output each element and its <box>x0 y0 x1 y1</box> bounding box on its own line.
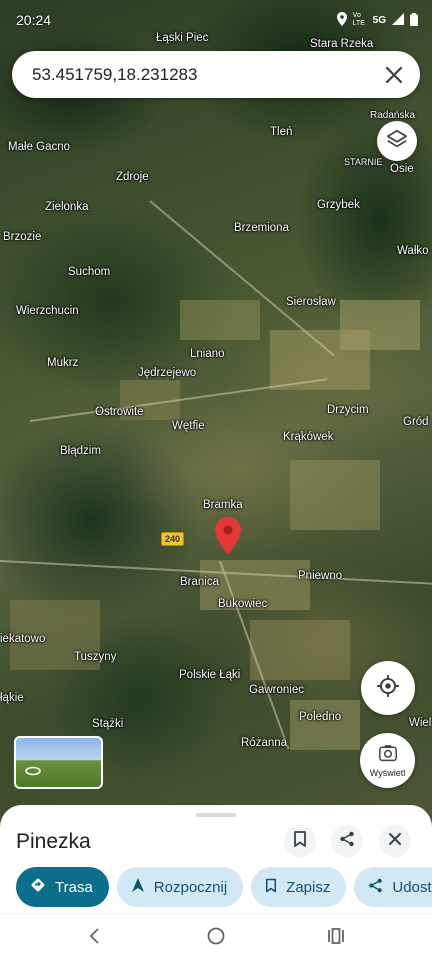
place-label: Poledno <box>299 711 342 723</box>
place-label: Polskie Łąki <box>179 669 241 681</box>
place-label: łąkie <box>0 692 24 704</box>
place-label: iekatowo <box>0 633 46 645</box>
place-label: Różanna <box>241 737 288 749</box>
place-label: Zdroje <box>116 171 149 183</box>
place-label: Branica <box>180 576 219 588</box>
road-number-shield: 240 <box>161 532 185 546</box>
search-input[interactable] <box>32 51 372 98</box>
back-icon[interactable] <box>87 926 103 951</box>
save-label: Zapisz <box>286 878 331 896</box>
directions-button[interactable]: Trasa <box>16 867 109 907</box>
start-label: Rozpocznij <box>153 878 228 896</box>
place-label: Sierosław <box>286 296 336 308</box>
drag-handle[interactable] <box>196 813 236 817</box>
place-label: Osie <box>390 163 414 175</box>
place-label: Wiel <box>409 717 432 729</box>
place-label: Jędrzejewo <box>138 367 197 379</box>
map-field <box>250 620 350 680</box>
camera-rotate-icon <box>378 744 398 767</box>
place-label: Małe Gacno <box>8 141 71 153</box>
place-label: Bukowiec <box>218 598 268 610</box>
place-label: Gród <box>403 416 429 428</box>
place-label: Lniano <box>190 348 225 360</box>
place-label: Brzemiona <box>234 222 289 234</box>
share-icon <box>368 878 383 897</box>
map-field <box>180 300 260 340</box>
save-bookmark-button[interactable] <box>284 825 316 857</box>
layers-icon <box>386 128 408 155</box>
view-button-label: Wyświetl <box>369 767 406 778</box>
map-field <box>290 460 380 530</box>
map-field <box>290 700 360 750</box>
status-bar: 20:24 Vo LTE 5G <box>0 0 432 40</box>
place-label: Brzozie <box>3 231 42 243</box>
bookmark-icon <box>293 830 307 852</box>
place-label: Stążki <box>92 718 124 730</box>
place-label: Zielonka <box>45 201 89 213</box>
crosshair-icon <box>375 673 401 704</box>
view-camera-button[interactable]: Wyświetl <box>360 733 415 788</box>
place-label: Ostrowite <box>95 406 144 418</box>
place-label: Krąkówek <box>283 431 334 443</box>
place-label: Bramka <box>203 499 243 511</box>
battery-icon <box>410 12 418 28</box>
street-view-thumbnail[interactable] <box>14 736 103 789</box>
place-label: Wałko <box>397 245 429 257</box>
action-chips: Trasa Rozpocznij Zapisz Udost <box>16 867 432 907</box>
bookmark-icon <box>265 878 277 897</box>
place-label: Gawroniec <box>249 684 304 696</box>
recent-apps-icon[interactable] <box>326 926 346 951</box>
share-chip-button[interactable]: Udost <box>354 867 432 907</box>
layers-button[interactable] <box>377 121 417 161</box>
place-title: Pinezka <box>16 830 91 853</box>
rotate-360-icon <box>25 763 41 781</box>
start-navigation-button[interactable]: Rozpocznij <box>116 867 244 907</box>
place-label: Tuszyny <box>74 651 117 663</box>
close-sheet-button[interactable] <box>379 825 411 857</box>
clock: 20:24 <box>16 12 52 28</box>
my-location-button[interactable] <box>361 661 415 715</box>
place-label: STARNIE <box>344 157 383 167</box>
search-bar[interactable] <box>12 51 420 98</box>
place-label: Wętfie <box>172 420 205 432</box>
share-button[interactable] <box>331 825 363 857</box>
navigation-arrow-icon <box>131 877 145 897</box>
system-navigation-bar <box>0 913 432 960</box>
close-icon <box>388 832 402 851</box>
save-button[interactable]: Zapisz <box>251 867 347 907</box>
place-label: Wierzchucin <box>16 305 79 317</box>
share-label: Udost <box>392 878 432 896</box>
home-icon[interactable] <box>206 926 226 951</box>
network-type: Vo LTE <box>352 12 365 27</box>
close-icon[interactable] <box>382 63 406 87</box>
place-label: Radańska <box>370 110 416 121</box>
location-pin-icon[interactable] <box>215 517 241 555</box>
place-label: Tleń <box>270 126 293 138</box>
status-icons: Vo LTE 5G <box>336 12 418 28</box>
signal-type: 5G <box>372 14 386 26</box>
location-status-icon <box>336 12 347 28</box>
place-label: Błądzim <box>60 445 101 457</box>
place-label: Pniewno <box>298 570 343 582</box>
place-label: Grzybek <box>317 199 360 211</box>
place-label: Mukrz <box>47 357 79 369</box>
directions-label: Trasa <box>55 878 93 896</box>
place-label: Drzycim <box>327 404 369 416</box>
map-field <box>340 300 420 350</box>
place-bottom-sheet[interactable]: Pinezka Trasa Rozpocznij Zapisz Udost <box>0 805 432 913</box>
place-label: Suchom <box>68 266 111 278</box>
directions-icon <box>30 877 46 897</box>
share-icon <box>339 831 355 852</box>
signal-strength-icon <box>392 13 404 27</box>
